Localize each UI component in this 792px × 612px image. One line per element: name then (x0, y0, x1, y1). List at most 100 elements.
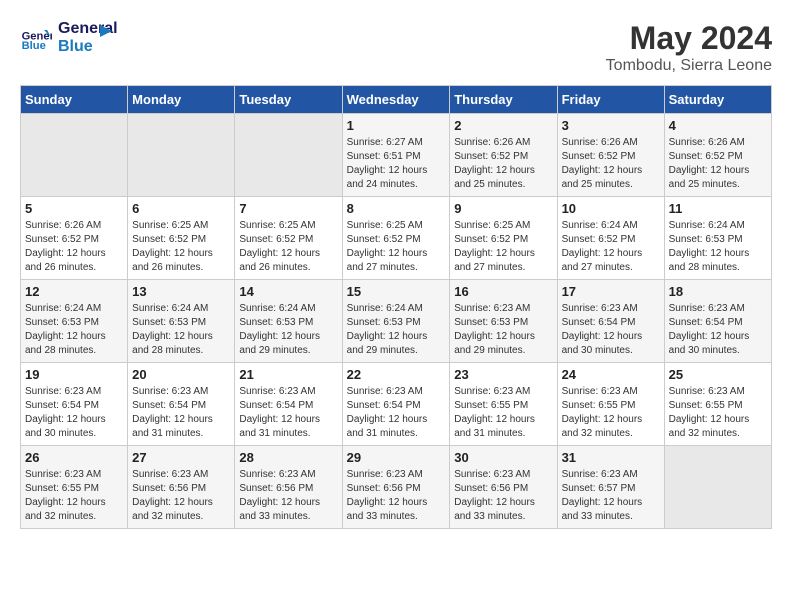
day-detail: Sunrise: 6:24 AM Sunset: 6:53 PM Dayligh… (25, 302, 123, 358)
day-number: 31 (562, 450, 660, 465)
calendar-cell: 28 Sunrise: 6:23 AM Sunset: 6:56 PM Dayli… (235, 446, 342, 529)
calendar-cell: 16 Sunrise: 6:23 AM Sunset: 6:53 PM Dayli… (450, 280, 557, 363)
day-number: 20 (132, 367, 230, 382)
weekday-header-thursday: Thursday (450, 86, 557, 114)
week-row-3: 12 Sunrise: 6:24 AM Sunset: 6:53 PM Dayli… (21, 280, 772, 363)
week-row-1: 1 Sunrise: 6:27 AM Sunset: 6:51 PM Daylig… (21, 114, 772, 197)
calendar-cell: 31Sunrise: 6:23 AM Sunset: 6:57 PM Dayli… (557, 446, 664, 529)
weekday-header-tuesday: Tuesday (235, 86, 342, 114)
day-number: 17 (562, 284, 660, 299)
calendar-cell: 12 Sunrise: 6:24 AM Sunset: 6:53 PM Dayli… (21, 280, 128, 363)
day-number: 23 (454, 367, 552, 382)
calendar-cell: 17Sunrise: 6:23 AM Sunset: 6:54 PM Dayli… (557, 280, 664, 363)
calendar-cell: 24 Sunrise: 6:23 AM Sunset: 6:55 PM Dayli… (557, 363, 664, 446)
day-number: 7 (239, 201, 337, 216)
day-number: 24 (562, 367, 660, 382)
calendar-cell: 18Sunrise: 6:23 AM Sunset: 6:54 PM Dayli… (664, 280, 771, 363)
calendar-cell: 11 Sunrise: 6:24 AM Sunset: 6:53 PM Dayli… (664, 197, 771, 280)
calendar-cell: 7 Sunrise: 6:25 AM Sunset: 6:52 PM Daylig… (235, 197, 342, 280)
page-header: General Blue General Blue May 2024 Tombo… (20, 20, 772, 75)
day-detail: Sunrise: 6:24 AM Sunset: 6:52 PM Dayligh… (562, 219, 660, 275)
week-row-2: 5Sunrise: 6:26 AM Sunset: 6:52 PM Daylig… (21, 197, 772, 280)
day-detail: Sunrise: 6:26 AM Sunset: 6:52 PM Dayligh… (25, 219, 123, 275)
day-number: 2 (454, 118, 552, 133)
calendar-cell: 9 Sunrise: 6:25 AM Sunset: 6:52 PM Daylig… (450, 197, 557, 280)
day-detail: Sunrise: 6:23 AM Sunset: 6:54 PM Dayligh… (132, 385, 230, 441)
day-detail: Sunrise: 6:23 AM Sunset: 6:56 PM Dayligh… (347, 468, 446, 524)
calendar-cell (128, 114, 235, 197)
day-detail: Sunrise: 6:23 AM Sunset: 6:55 PM Dayligh… (562, 385, 660, 441)
calendar-cell: 25Sunrise: 6:23 AM Sunset: 6:55 PM Dayli… (664, 363, 771, 446)
calendar-cell: 13 Sunrise: 6:24 AM Sunset: 6:53 PM Dayli… (128, 280, 235, 363)
logo-icon: General Blue (20, 22, 52, 54)
day-detail: Sunrise: 6:25 AM Sunset: 6:52 PM Dayligh… (132, 219, 230, 275)
calendar-cell: 27Sunrise: 6:23 AM Sunset: 6:56 PM Dayli… (128, 446, 235, 529)
day-number: 12 (25, 284, 123, 299)
day-number: 16 (454, 284, 552, 299)
month-year: May 2024 (606, 20, 772, 57)
day-detail: Sunrise: 6:23 AM Sunset: 6:54 PM Dayligh… (25, 385, 123, 441)
day-number: 4 (669, 118, 767, 133)
calendar-cell: 30 Sunrise: 6:23 AM Sunset: 6:56 PM Dayli… (450, 446, 557, 529)
day-number: 21 (239, 367, 337, 382)
weekday-header-sunday: Sunday (21, 86, 128, 114)
calendar-cell: 15Sunrise: 6:24 AM Sunset: 6:53 PM Dayli… (342, 280, 450, 363)
calendar-cell: 20 Sunrise: 6:23 AM Sunset: 6:54 PM Dayli… (128, 363, 235, 446)
day-detail: Sunrise: 6:23 AM Sunset: 6:56 PM Dayligh… (132, 468, 230, 524)
day-number: 1 (347, 118, 446, 133)
day-detail: Sunrise: 6:23 AM Sunset: 6:55 PM Dayligh… (454, 385, 552, 441)
day-detail: Sunrise: 6:27 AM Sunset: 6:51 PM Dayligh… (347, 136, 446, 192)
weekday-header-wednesday: Wednesday (342, 86, 450, 114)
title-block: May 2024 Tombodu, Sierra Leone (606, 20, 772, 75)
calendar-cell: 29 Sunrise: 6:23 AM Sunset: 6:56 PM Dayli… (342, 446, 450, 529)
calendar-cell: 8 Sunrise: 6:25 AM Sunset: 6:52 PM Daylig… (342, 197, 450, 280)
calendar-cell (21, 114, 128, 197)
calendar-cell: 26 Sunrise: 6:23 AM Sunset: 6:55 PM Dayli… (21, 446, 128, 529)
day-detail: Sunrise: 6:23 AM Sunset: 6:55 PM Dayligh… (25, 468, 123, 524)
day-detail: Sunrise: 6:24 AM Sunset: 6:53 PM Dayligh… (347, 302, 446, 358)
day-number: 10 (562, 201, 660, 216)
calendar-cell: 22 Sunrise: 6:23 AM Sunset: 6:54 PM Dayli… (342, 363, 450, 446)
day-number: 28 (239, 450, 337, 465)
location: Tombodu, Sierra Leone (606, 57, 772, 75)
calendar-cell: 10 Sunrise: 6:24 AM Sunset: 6:52 PM Dayli… (557, 197, 664, 280)
day-detail: Sunrise: 6:26 AM Sunset: 6:52 PM Dayligh… (562, 136, 660, 192)
calendar-cell: 5Sunrise: 6:26 AM Sunset: 6:52 PM Daylig… (21, 197, 128, 280)
calendar-cell: 19 Sunrise: 6:23 AM Sunset: 6:54 PM Dayli… (21, 363, 128, 446)
day-detail: Sunrise: 6:26 AM Sunset: 6:52 PM Dayligh… (669, 136, 767, 192)
calendar-cell: 1 Sunrise: 6:27 AM Sunset: 6:51 PM Daylig… (342, 114, 450, 197)
calendar-cell: 6Sunrise: 6:25 AM Sunset: 6:52 PM Daylig… (128, 197, 235, 280)
day-detail: Sunrise: 6:24 AM Sunset: 6:53 PM Dayligh… (132, 302, 230, 358)
day-number: 8 (347, 201, 446, 216)
day-detail: Sunrise: 6:25 AM Sunset: 6:52 PM Dayligh… (347, 219, 446, 275)
day-detail: Sunrise: 6:25 AM Sunset: 6:52 PM Dayligh… (454, 219, 552, 275)
svg-text:Blue: Blue (22, 40, 46, 52)
day-detail: Sunrise: 6:23 AM Sunset: 6:56 PM Dayligh… (454, 468, 552, 524)
calendar-cell: 4 Sunrise: 6:26 AM Sunset: 6:52 PM Daylig… (664, 114, 771, 197)
day-detail: Sunrise: 6:23 AM Sunset: 6:53 PM Dayligh… (454, 302, 552, 358)
day-number: 30 (454, 450, 552, 465)
day-number: 19 (25, 367, 123, 382)
day-number: 26 (25, 450, 123, 465)
day-number: 22 (347, 367, 446, 382)
weekday-header-monday: Monday (128, 86, 235, 114)
day-detail: Sunrise: 6:23 AM Sunset: 6:55 PM Dayligh… (669, 385, 767, 441)
calendar-cell: 2Sunrise: 6:26 AM Sunset: 6:52 PM Daylig… (450, 114, 557, 197)
day-number: 14 (239, 284, 337, 299)
calendar-cell: 21Sunrise: 6:23 AM Sunset: 6:54 PM Dayli… (235, 363, 342, 446)
weekday-header-row: SundayMondayTuesdayWednesdayThursdayFrid… (21, 86, 772, 114)
calendar-cell (664, 446, 771, 529)
day-detail: Sunrise: 6:25 AM Sunset: 6:52 PM Dayligh… (239, 219, 337, 275)
weekday-header-saturday: Saturday (664, 86, 771, 114)
day-number: 11 (669, 201, 767, 216)
day-detail: Sunrise: 6:23 AM Sunset: 6:56 PM Dayligh… (239, 468, 337, 524)
day-detail: Sunrise: 6:24 AM Sunset: 6:53 PM Dayligh… (669, 219, 767, 275)
day-detail: Sunrise: 6:23 AM Sunset: 6:54 PM Dayligh… (347, 385, 446, 441)
day-number: 9 (454, 201, 552, 216)
calendar-cell: 3Sunrise: 6:26 AM Sunset: 6:52 PM Daylig… (557, 114, 664, 197)
day-detail: Sunrise: 6:24 AM Sunset: 6:53 PM Dayligh… (239, 302, 337, 358)
day-number: 29 (347, 450, 446, 465)
day-number: 13 (132, 284, 230, 299)
logo: General Blue General Blue (20, 20, 112, 55)
day-detail: Sunrise: 6:23 AM Sunset: 6:54 PM Dayligh… (669, 302, 767, 358)
